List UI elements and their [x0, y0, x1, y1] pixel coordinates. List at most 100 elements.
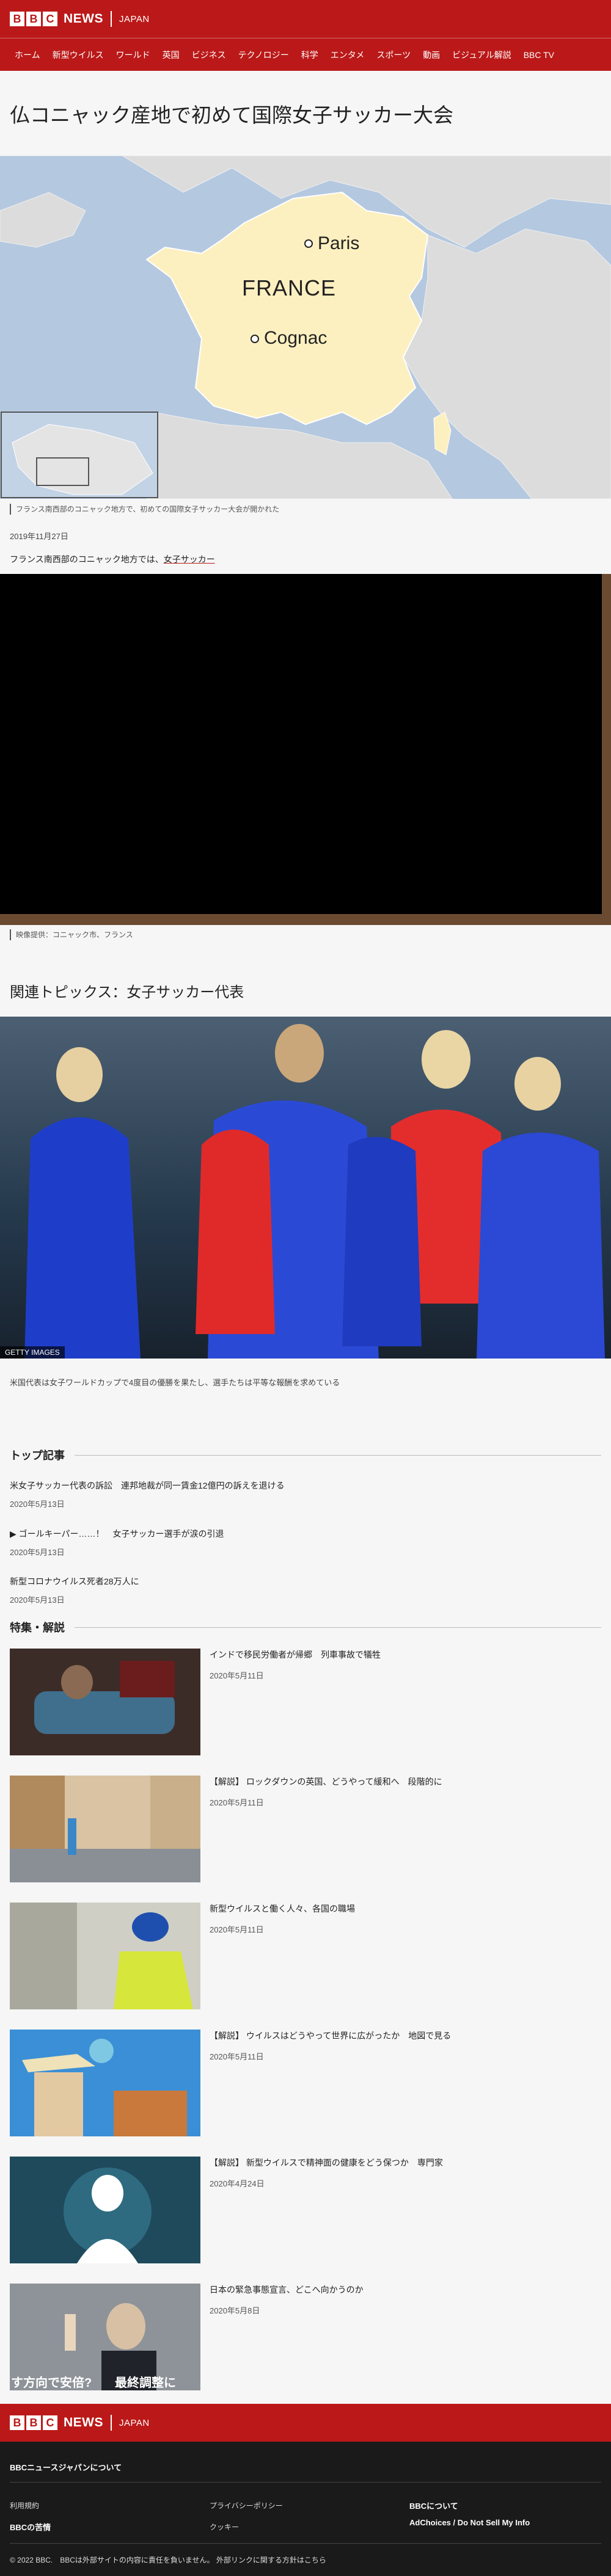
top-story-date: 2020年5月13日: [10, 1548, 65, 1557]
feature-thumbnail[interactable]: す方向で安倍? 最終調整に: [10, 2284, 200, 2390]
feature-date: 2020年5月8日: [210, 2306, 260, 2315]
feature-title[interactable]: 【解説】 ウイルスはどうやって世界に広がったか 地図で見る: [210, 2030, 588, 2042]
footer-logo[interactable]: B B C NEWS JAPAN: [10, 2415, 150, 2431]
footer-tagline[interactable]: BBCニュースジャパンについて: [10, 2461, 122, 2473]
intro-link[interactable]: 女子サッカー: [164, 554, 215, 564]
brand-news: NEWS: [64, 12, 103, 26]
nav-item-tech[interactable]: テクノロジー: [232, 49, 295, 61]
top-story-title[interactable]: 新型コロナウイルス死者28万人に: [10, 1575, 596, 1587]
footer-link-about[interactable]: BBCについて: [409, 2500, 458, 2511]
nav-item-home[interactable]: ホーム: [9, 49, 46, 61]
feature-title[interactable]: 日本の緊急事態宣言、どこへ向かうのか: [210, 2284, 588, 2296]
map-caption: フランス南西部のコニャック地方で、初めての国際女子サッカー大会が開かれた: [10, 504, 279, 515]
thumb-caption-left: す方向で安倍?: [11, 2376, 92, 2390]
footer-link-complaints[interactable]: BBCの苦情: [10, 2521, 51, 2533]
feature-item[interactable]: インドで移民労働者が帰郷 列車事故で犠牲 2020年5月11日: [10, 1649, 601, 1755]
nav-item-entertainment[interactable]: エンタメ: [324, 49, 371, 61]
nav-item-video[interactable]: 動画: [417, 49, 446, 61]
cognac-label: Cognac: [264, 328, 327, 348]
feature-date: 2020年5月11日: [210, 1798, 264, 1807]
video-frame[interactable]: [0, 574, 602, 914]
footer-link-adchoices[interactable]: AdChoices / Do Not Sell My Info: [409, 2518, 530, 2527]
site-footer: B B C NEWS JAPAN BBCニュースジャパンについて 利用規約 プラ…: [0, 2404, 611, 2576]
feature-thumbnail[interactable]: [10, 2030, 200, 2136]
video-player[interactable]: [0, 574, 611, 925]
article-headline: 仏コニャック産地で初めて国際女子サッカー大会: [10, 105, 453, 127]
footer-link-privacy[interactable]: プライバシーポリシー: [210, 2500, 283, 2511]
feature-title[interactable]: インドで移民労働者が帰郷 列車事故で犠牲: [210, 1649, 588, 1661]
site-header: B B C NEWS JAPAN ホーム 新型ウイルス ワールド 英国 ビジネス…: [0, 0, 611, 71]
section-heading: 関連トピックス：女子サッカー代表: [10, 985, 244, 1001]
feature-item[interactable]: す方向で安倍? 最終調整に 日本の緊急事態宣言、どこへ向かうのか 2020年5月…: [10, 2284, 601, 2390]
main-nav: ホーム 新型ウイルス ワールド 英国 ビジネス テクノロジー 科学 エンタメ ス…: [0, 38, 611, 71]
nav-item-world[interactable]: ワールド: [110, 49, 156, 61]
feature-item[interactable]: 【解説】 新型ウイルスで精神面の健康をどう保つか 専門家 2020年4月24日: [10, 2157, 601, 2263]
feature-thumbnail[interactable]: [10, 1649, 200, 1755]
photo-credit: GETTY IMAGES: [0, 1346, 65, 1359]
thumb-caption-right: 最終調整に: [115, 2376, 176, 2390]
bbc-letter-c: C: [43, 2415, 57, 2430]
top-story-item[interactable]: 新型コロナウイルス死者28万人に 2020年5月13日: [10, 1575, 596, 1605]
team-photo: GETTY IMAGES: [0, 1017, 611, 1359]
intro-text: フランス南西部のコニャック地方では、: [10, 554, 164, 564]
video-caption: 映像提供：コニャック市、フランス: [10, 929, 133, 940]
footer-divider: [10, 2543, 601, 2544]
features-title: 特集・解説: [10, 1622, 65, 1634]
top-story-date: 2020年5月13日: [10, 1595, 65, 1605]
photo-caption: 米国代表は女子ワールドカップで4度目の優勝を果たし、選手たちは平等な報酬を求めて…: [10, 1378, 340, 1387]
footer-link-cookies[interactable]: クッキー: [210, 2522, 239, 2532]
nav-item-uk[interactable]: 英国: [156, 49, 186, 61]
bbc-news-logo[interactable]: B B C NEWS JAPAN: [10, 11, 150, 27]
bbc-letter-b2: B: [26, 2415, 41, 2430]
feature-date: 2020年4月24日: [210, 2179, 265, 2188]
feature-thumbnail[interactable]: [10, 1903, 200, 2009]
brand-region: JAPAN: [119, 13, 150, 24]
intro-paragraph: フランス南西部のコニャック地方では、女子サッカー: [10, 553, 215, 565]
paris-label: Paris: [318, 233, 360, 253]
top-story-item[interactable]: 米女子サッカー代表の訴訟 連邦地裁が同一賃金12億円の訴えを退ける 2020年5…: [10, 1479, 596, 1509]
feature-date: 2020年5月11日: [210, 2052, 264, 2061]
footer-brand-bar: B B C NEWS JAPAN: [0, 2404, 611, 2442]
top-story-title[interactable]: 米女子サッカー代表の訴訟 連邦地裁が同一賃金12億円の訴えを退ける: [10, 1479, 596, 1492]
top-story-item[interactable]: ▶ ゴールキーパー……！ 女子サッカー選手が涙の引退 2020年5月13日: [10, 1528, 596, 1558]
footer-link-terms[interactable]: 利用規約: [10, 2500, 39, 2511]
bbc-blocks: B B C: [10, 2415, 57, 2430]
top-story-date: 2020年5月13日: [10, 1500, 65, 1509]
brand-region: JAPAN: [119, 2417, 150, 2428]
nav-item-science[interactable]: 科学: [295, 49, 324, 61]
brand-separator: [111, 2415, 112, 2431]
article-date: 2019年11月27日: [10, 532, 68, 541]
nav-item-visual[interactable]: ビジュアル解説: [446, 49, 518, 61]
feature-item[interactable]: 【解説】 ロックダウンの英国、どうやって緩和へ 段階的に 2020年5月11日: [10, 1776, 601, 1882]
feature-item[interactable]: 新型ウイルスと働く人々、各国の職場 2020年5月11日: [10, 1903, 601, 2009]
section-rule: [75, 1627, 601, 1628]
footer-divider: [10, 2482, 601, 2483]
nav-item-sport[interactable]: スポーツ: [370, 49, 417, 61]
brand-separator: [111, 11, 112, 27]
feature-title[interactable]: 新型ウイルスと働く人々、各国の職場: [210, 1903, 588, 1915]
feature-thumbnail[interactable]: [10, 2157, 200, 2263]
map-image: Paris FRANCE Cognac: [0, 155, 611, 499]
feature-title[interactable]: 【解説】 ロックダウンの英国、どうやって緩和へ 段階的に: [210, 1776, 588, 1788]
top-story-title[interactable]: ▶ ゴールキーパー……！ 女子サッカー選手が涙の引退: [10, 1528, 596, 1540]
nav-item-business[interactable]: ビジネス: [186, 49, 232, 61]
feature-date: 2020年5月11日: [210, 1925, 264, 1934]
paris-marker: [304, 239, 313, 248]
features-header: 特集・解説: [10, 1619, 601, 1635]
feature-title[interactable]: 【解説】 新型ウイルスで精神面の健康をどう保つか 専門家: [210, 2157, 588, 2169]
top-stories-header: トップ記事: [10, 1447, 601, 1463]
feature-date: 2020年5月11日: [210, 1671, 264, 1680]
nav-item-coronavirus[interactable]: 新型ウイルス: [46, 49, 110, 61]
bbc-blocks: B B C: [10, 12, 57, 26]
footer-copyright: © 2022 BBC. BBCは外部サイトの内容に責任を負いません。 外部リンク…: [10, 2556, 326, 2564]
feature-thumbnail[interactable]: [10, 1776, 200, 1882]
bbc-letter-b1: B: [10, 2415, 24, 2430]
cognac-marker: [251, 335, 259, 343]
bbc-letter-c: C: [43, 12, 57, 26]
bbc-letter-b1: B: [10, 12, 24, 26]
brand-news: NEWS: [64, 2415, 103, 2429]
feature-item[interactable]: 【解説】 ウイルスはどうやって世界に広がったか 地図で見る 2020年5月11日: [10, 2030, 601, 2136]
nav-item-bbc-tv[interactable]: BBC TV: [518, 50, 560, 60]
country-label: FRANCE: [242, 275, 337, 300]
section-rule: [75, 1454, 601, 1456]
